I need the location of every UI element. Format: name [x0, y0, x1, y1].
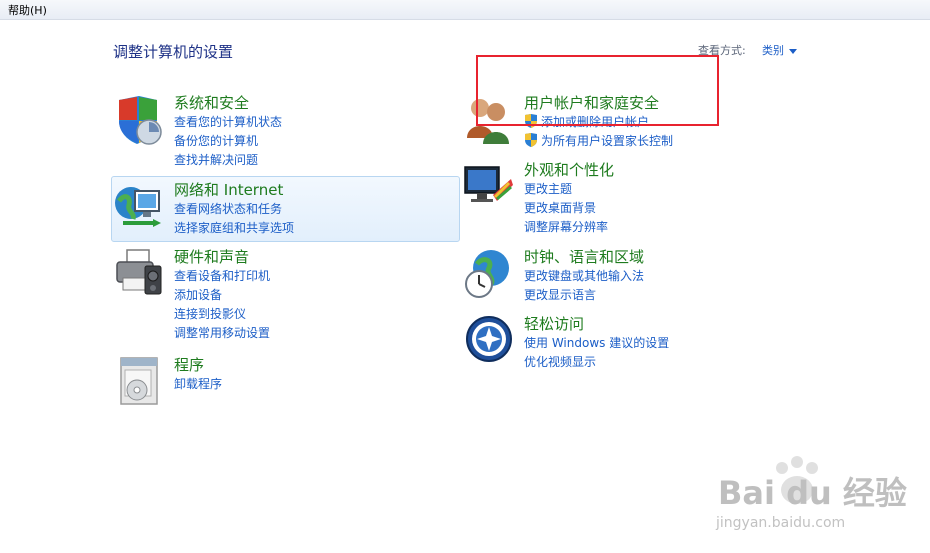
chevron-down-icon — [789, 48, 797, 54]
link-change-background[interactable]: 更改桌面背景 — [524, 199, 608, 218]
category-title[interactable]: 程序 — [174, 354, 204, 375]
annotation-highlight-box — [476, 55, 719, 126]
link-mobility-settings[interactable]: 调整常用移动设置 — [174, 324, 270, 343]
link-display-language[interactable]: 更改显示语言 — [524, 286, 644, 305]
shield-icon — [119, 96, 162, 145]
link-devices-printers[interactable]: 查看设备和打印机 — [174, 267, 270, 286]
category-title[interactable]: 系统和安全 — [174, 92, 249, 113]
network-globe-icon — [115, 187, 161, 227]
category-title[interactable]: 时钟、语言和区域 — [524, 246, 644, 267]
page-title: 调整计算机的设置 — [113, 43, 234, 61]
link-optimize-display[interactable]: 优化视频显示 — [524, 353, 669, 372]
link-screen-resolution[interactable]: 调整屏幕分辨率 — [524, 218, 608, 237]
uac-shield-icon — [525, 133, 537, 147]
programs-icon — [120, 357, 158, 405]
link-find-fix-problems[interactable]: 查找并解决问题 — [174, 151, 282, 170]
category-title[interactable]: 轻松访问 — [524, 313, 584, 334]
link-label: 为所有用户设置家长控制 — [541, 134, 674, 148]
menu-help[interactable]: 帮助(H) — [8, 2, 47, 18]
link-homegroup-sharing[interactable]: 选择家庭组和共享选项 — [174, 219, 294, 238]
ease-of-access-icon — [466, 316, 512, 362]
link-recommended-settings[interactable]: 使用 Windows 建议的设置 — [524, 334, 669, 353]
printer-icon — [116, 249, 162, 295]
view-by-value: 类别 — [762, 44, 784, 57]
link-parental-controls[interactable]: 为所有用户设置家长控制 — [524, 132, 673, 151]
view-by-dropdown[interactable]: 类别 — [762, 42, 797, 58]
clock-globe-icon — [465, 250, 509, 298]
watermark-brand: Bai du 经验 — [718, 474, 907, 512]
link-connect-projector[interactable]: 连接到投影仪 — [174, 305, 270, 324]
watermark-url: jingyan.baidu.com — [716, 515, 846, 531]
link-backup-computer[interactable]: 备份您的计算机 — [174, 132, 282, 151]
link-view-network-status[interactable]: 查看网络状态和任务 — [174, 200, 294, 219]
menu-bar: 帮助(H) — [0, 0, 930, 20]
link-uninstall-program[interactable]: 卸载程序 — [174, 375, 222, 394]
monitor-icon — [464, 166, 513, 202]
category-title[interactable]: 硬件和声音 — [174, 246, 249, 267]
link-keyboard-input[interactable]: 更改键盘或其他输入法 — [524, 267, 644, 286]
link-view-computer-status[interactable]: 查看您的计算机状态 — [174, 113, 282, 132]
category-title[interactable]: 外观和个性化 — [524, 159, 614, 180]
link-add-device[interactable]: 添加设备 — [174, 286, 270, 305]
category-title[interactable]: 网络和 Internet — [174, 179, 283, 200]
link-change-theme[interactable]: 更改主题 — [524, 180, 608, 199]
